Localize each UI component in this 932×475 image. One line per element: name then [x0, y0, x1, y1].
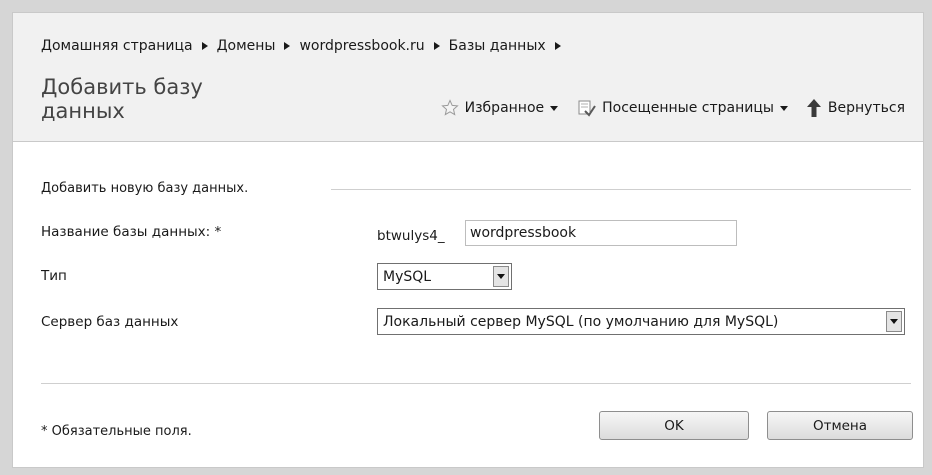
cancel-button[interactable]: Отмена — [767, 411, 913, 440]
breadcrumb-separator-icon — [284, 42, 291, 50]
footer-divider — [41, 383, 911, 384]
breadcrumb-databases[interactable]: Базы данных — [449, 38, 546, 54]
back-arrow-icon — [806, 99, 821, 117]
type-select[interactable]: MySQL — [377, 263, 512, 290]
type-label: Тип — [41, 268, 67, 284]
server-label: Сервер баз данных — [41, 314, 179, 330]
section-divider — [331, 189, 911, 190]
required-fields-note: * Обязательные поля. — [41, 424, 192, 439]
breadcrumb: Домашняя страница Домены wordpressbook.r… — [41, 38, 570, 54]
db-name-input[interactable] — [465, 220, 737, 246]
breadcrumb-separator-icon — [433, 42, 440, 50]
db-name-label: Название базы данных: * — [41, 224, 222, 240]
page-header: Домашняя страница Домены wordpressbook.r… — [13, 13, 923, 142]
chevron-down-icon — [779, 105, 788, 111]
favorites-menu[interactable]: Избранное — [440, 99, 559, 117]
breadcrumb-domain[interactable]: wordpressbook.ru — [299, 38, 424, 54]
ok-button[interactable]: OK — [599, 411, 749, 440]
visited-pages-label: Посещенные страницы — [602, 100, 774, 116]
visited-pages-icon — [578, 100, 596, 117]
breadcrumb-home[interactable]: Домашняя страница — [41, 38, 193, 54]
dialog-frame: Домашняя страница Домены wordpressbook.r… — [12, 12, 924, 468]
breadcrumb-separator-icon — [554, 42, 561, 50]
db-name-prefix: btwulys4_ — [377, 228, 445, 244]
section-title: Добавить новую базу данных. — [41, 181, 249, 196]
dropdown-arrow-icon[interactable] — [886, 311, 902, 332]
back-label: Вернуться — [827, 100, 905, 116]
header-toolbar: Избранное Посещенные страницы Вернуться — [423, 98, 905, 118]
favorites-label: Избранное — [464, 100, 545, 116]
star-icon — [440, 99, 459, 116]
back-button[interactable]: Вернуться — [806, 98, 905, 118]
visited-pages-menu[interactable]: Посещенные страницы — [576, 99, 788, 117]
type-select-value: MySQL — [383, 268, 432, 285]
chevron-down-icon — [550, 105, 559, 111]
breadcrumb-separator-icon — [201, 42, 208, 50]
breadcrumb-domains[interactable]: Домены — [217, 38, 276, 54]
page-title: Добавить базу данных — [41, 75, 203, 123]
dropdown-arrow-icon[interactable] — [493, 266, 509, 287]
server-select[interactable]: Локальный сервер MySQL (по умолчанию для… — [377, 308, 905, 335]
server-select-value: Локальный сервер MySQL (по умолчанию для… — [383, 313, 779, 330]
